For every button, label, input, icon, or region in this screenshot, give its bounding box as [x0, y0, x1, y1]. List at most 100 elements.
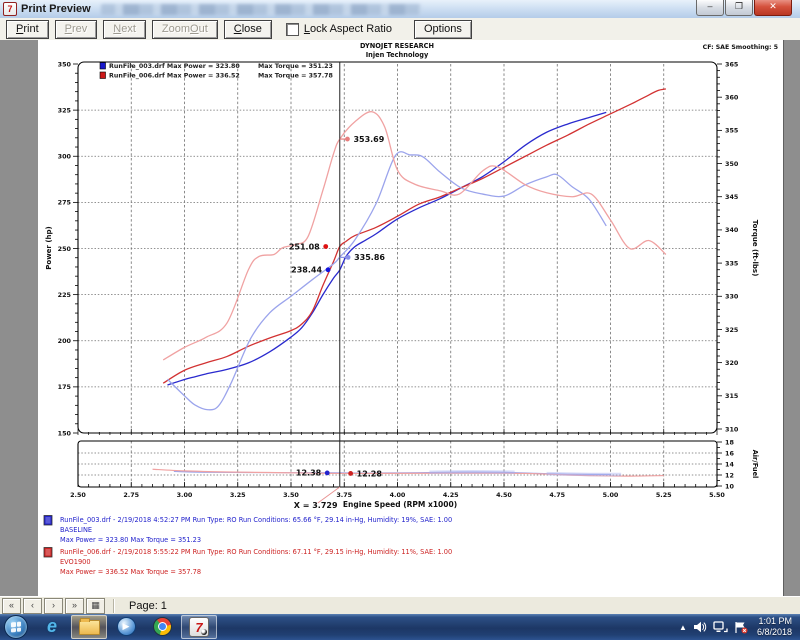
series-curves — [153, 89, 666, 476]
svg-text:275: 275 — [58, 199, 71, 207]
window-controls: – ❐ ✕ — [695, 0, 792, 16]
svg-text:325: 325 — [725, 326, 738, 334]
svg-text:350: 350 — [725, 160, 739, 168]
svg-text:2.75: 2.75 — [123, 491, 139, 499]
minimize-button[interactable]: – — [696, 0, 724, 16]
svg-text:X = 3.729: X = 3.729 — [294, 501, 338, 510]
taskbar-apps: e ▶ 7 — [34, 615, 218, 639]
svg-text:Max Torque = 351.23: Max Torque = 351.23 — [258, 63, 333, 70]
action-center-flag-icon[interactable] — [734, 621, 748, 634]
svg-text:18: 18 — [725, 438, 734, 446]
svg-text:Max Power = 323.80 Max Torque: Max Power = 323.80 Max Torque = 351.23 — [60, 536, 201, 544]
page-nav-0[interactable]: « — [2, 598, 21, 614]
clock-date: 6/8/2018 — [757, 627, 792, 638]
svg-text:16: 16 — [725, 449, 734, 457]
cursor[interactable]: X = 3.729 — [294, 62, 340, 510]
tray-expand-icon[interactable]: ▲ — [679, 623, 687, 632]
network-icon[interactable] — [713, 621, 728, 633]
page-nav-buttons: «‹›»▦ — [0, 598, 105, 614]
clock-time: 1:01 PM — [757, 616, 792, 627]
lock-aspect-checkbox[interactable] — [286, 23, 299, 36]
svg-text:Max Power = 336.52 Max Torque: Max Power = 336.52 Max Torque = 357.78 — [60, 568, 201, 576]
svg-text:3.50: 3.50 — [283, 491, 299, 499]
print-button[interactable]: Print — [6, 20, 49, 39]
cursor-value-labels: 353.69251.08238.44335.8612.3812.28 — [289, 135, 386, 478]
svg-text:250: 250 — [58, 245, 72, 253]
svg-text:Torque (ft-lbs): Torque (ft-lbs) — [751, 220, 759, 277]
svg-text:300: 300 — [58, 153, 72, 161]
svg-text:3.75: 3.75 — [336, 491, 352, 499]
taskbar-app-winpep7[interactable]: 7 — [181, 615, 217, 639]
svg-text:12.38: 12.38 — [296, 469, 322, 478]
svg-text:2.50: 2.50 — [70, 491, 86, 499]
svg-text:4.00: 4.00 — [390, 491, 406, 499]
lock-aspect-group[interactable]: Lock Aspect Ratio — [286, 23, 392, 36]
svg-text:365: 365 — [725, 60, 738, 68]
taskbar-clock[interactable]: 1:01 PM 6/8/2018 — [757, 616, 792, 638]
taskbar-app-ie[interactable]: e — [35, 615, 69, 637]
page-nav-4[interactable]: ▦ — [86, 598, 105, 614]
svg-text:3.25: 3.25 — [230, 491, 246, 499]
svg-text:325: 325 — [58, 106, 71, 114]
taskbar-app-chrome[interactable] — [145, 615, 179, 637]
svg-text:BASELINE: BASELINE — [60, 526, 92, 534]
svg-text:RunFile_003.drf - 2/19/2018 4:: RunFile_003.drf - 2/19/2018 4:52:27 PM R… — [60, 516, 452, 524]
curve-af-003-band2 — [547, 474, 622, 475]
system-tray: ▲ 1:01 PM 6/8/2018 — [676, 616, 800, 638]
svg-text:12: 12 — [725, 471, 734, 479]
internet-explorer-icon: e — [47, 616, 57, 637]
svg-text:CF: SAE Smoothing: 5: CF: SAE Smoothing: 5 — [703, 44, 778, 51]
prev-button: Prev — [55, 20, 98, 39]
window-title: Print Preview — [21, 3, 91, 15]
page-nav-1[interactable]: ‹ — [23, 598, 42, 614]
svg-text:10: 10 — [725, 482, 734, 490]
svg-text:353.69: 353.69 — [353, 135, 384, 144]
svg-text:5.25: 5.25 — [656, 491, 672, 499]
taskbar: e ▶ 7 ▲ 1:01 PM 6/8/2018 — [0, 614, 800, 640]
winpep7-icon: 7 — [189, 617, 209, 637]
svg-text:360: 360 — [725, 93, 739, 101]
print-preview-area: DYNOJET RESEARCHInjen Technology CF: SAE … — [0, 40, 800, 596]
start-button[interactable] — [4, 615, 28, 639]
toolbar-buttons: Print Prev Next Zoom Out Close — [0, 20, 272, 39]
run-info: RunFile_003.drf - 2/19/2018 4:52:27 PM R… — [44, 516, 452, 577]
svg-text:310: 310 — [725, 425, 739, 433]
taskbar-app-wmp[interactable]: ▶ — [109, 615, 143, 637]
screen: 7 Print Preview – ❐ ✕ Print Prev Next Zoom … — [0, 0, 800, 640]
next-button: Next — [103, 20, 146, 39]
svg-text:4.50: 4.50 — [496, 491, 512, 499]
title-bar: 7 Print Preview – ❐ ✕ — [0, 0, 800, 19]
page-nav-3[interactable]: » — [65, 598, 84, 614]
svg-text:350: 350 — [58, 60, 72, 68]
windows-flag-icon — [11, 621, 21, 632]
close-button[interactable]: ✕ — [754, 0, 792, 16]
page-nav-2[interactable]: › — [44, 598, 63, 614]
zoom-out-button: Zoom Out — [152, 20, 218, 39]
svg-text:RunFile_006.drf Max Power = 33: RunFile_006.drf Max Power = 336.52 — [109, 73, 240, 80]
svg-text:330: 330 — [725, 293, 739, 301]
svg-text:Engine Speed (RPM x1000): Engine Speed (RPM x1000) — [343, 500, 457, 509]
maximize-button[interactable]: ❐ — [725, 0, 753, 16]
divider — [113, 599, 115, 613]
volume-icon[interactable] — [693, 621, 707, 633]
taskbar-app-explorer[interactable] — [71, 615, 107, 639]
close-button[interactable]: Close — [224, 20, 272, 39]
svg-text:Air/Fuel: Air/Fuel — [751, 450, 759, 479]
curve-torque-006 — [163, 112, 666, 360]
svg-text:225: 225 — [58, 291, 71, 299]
svg-text:RunFile_003.drf Max Power = 32: RunFile_003.drf Max Power = 323.80 — [109, 63, 240, 70]
options-button[interactable]: Options — [414, 20, 472, 39]
svg-text:315: 315 — [725, 392, 738, 400]
status-bar: «‹›»▦ Page: 1 — [0, 596, 800, 615]
media-player-icon: ▶ — [117, 617, 136, 636]
svg-text:Injen Technology: Injen Technology — [366, 51, 429, 59]
svg-text:DYNOJET RESEARCH: DYNOJET RESEARCH — [360, 42, 434, 50]
gridlines — [78, 64, 717, 487]
svg-text:320: 320 — [725, 359, 739, 367]
svg-text:340: 340 — [725, 226, 739, 234]
svg-text:335: 335 — [725, 259, 738, 267]
svg-text:150: 150 — [58, 429, 72, 437]
svg-text:Max Torque = 357.78: Max Torque = 357.78 — [258, 73, 333, 80]
lock-aspect-label: Lock Aspect Ratio — [304, 23, 392, 35]
explorer-folder-icon — [79, 620, 100, 635]
